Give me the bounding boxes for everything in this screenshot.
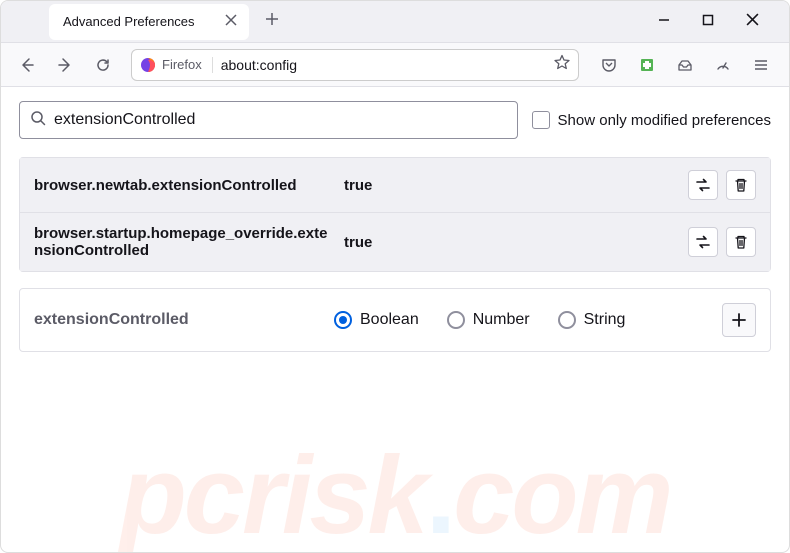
bookmark-star-icon[interactable] <box>554 54 570 75</box>
type-radio-boolean[interactable]: Boolean <box>334 311 419 329</box>
reload-button[interactable] <box>87 49 119 81</box>
search-box[interactable] <box>19 101 518 139</box>
window-controls <box>652 7 789 37</box>
new-pref-name: extensionControlled <box>34 311 324 329</box>
url-bar[interactable]: Firefox <box>131 49 579 81</box>
pref-row[interactable]: browser.startup.homepage_override.extens… <box>20 213 770 271</box>
close-tab-icon[interactable] <box>223 11 239 33</box>
back-button[interactable] <box>11 49 43 81</box>
watermark: pcrisk.com <box>35 449 755 543</box>
nav-toolbar: Firefox <box>1 43 789 87</box>
search-input[interactable] <box>54 111 507 129</box>
new-tab-button[interactable] <box>261 8 283 35</box>
identity-label: Firefox <box>162 57 202 72</box>
radio-icon <box>558 311 576 329</box>
hamburger-menu-icon[interactable] <box>747 51 775 79</box>
identity-box[interactable]: Firefox <box>140 57 213 73</box>
toggle-button[interactable] <box>688 227 718 257</box>
show-modified-label: Show only modified preferences <box>558 112 771 129</box>
type-radio-string[interactable]: String <box>558 311 626 329</box>
search-row: Show only modified preferences <box>19 101 771 139</box>
pref-name: browser.newtab.extensionControlled <box>34 177 334 194</box>
radio-icon <box>334 311 352 329</box>
radio-icon <box>447 311 465 329</box>
radio-label: String <box>584 311 626 329</box>
toggle-button[interactable] <box>688 170 718 200</box>
checkbox-icon <box>532 111 550 129</box>
firefox-icon <box>140 57 156 73</box>
forward-button[interactable] <box>49 49 81 81</box>
radio-label: Number <box>473 311 530 329</box>
url-input[interactable] <box>221 57 546 73</box>
pref-value: true <box>344 177 678 194</box>
inbox-icon[interactable] <box>671 51 699 79</box>
titlebar: Advanced Preferences <box>1 1 789 43</box>
tab-title: Advanced Preferences <box>63 14 213 29</box>
add-pref-button[interactable] <box>722 303 756 337</box>
pocket-icon[interactable] <box>595 51 623 79</box>
toolbar-icons <box>591 51 779 79</box>
search-icon <box>30 110 46 131</box>
browser-tab[interactable]: Advanced Preferences <box>49 4 249 40</box>
maximize-button[interactable] <box>696 7 720 37</box>
type-options: Boolean Number String <box>334 311 712 329</box>
close-window-button[interactable] <box>740 7 765 37</box>
pref-row[interactable]: browser.newtab.extensionControlled true <box>20 158 770 213</box>
delete-button[interactable] <box>726 227 756 257</box>
radio-label: Boolean <box>360 311 419 329</box>
delete-button[interactable] <box>726 170 756 200</box>
extension-icon[interactable] <box>633 51 661 79</box>
new-pref-row: extensionControlled Boolean Number Strin… <box>19 288 771 352</box>
show-modified-checkbox[interactable]: Show only modified preferences <box>532 111 771 129</box>
preferences-list: browser.newtab.extensionControlled true … <box>19 157 771 272</box>
pref-value: true <box>344 234 678 251</box>
minimize-button[interactable] <box>652 7 676 37</box>
browser-window: Advanced Preferences <box>0 0 790 553</box>
pref-name: browser.startup.homepage_override.extens… <box>34 225 334 259</box>
type-radio-number[interactable]: Number <box>447 311 530 329</box>
content-area: Show only modified preferences browser.n… <box>1 87 789 552</box>
gauge-icon[interactable] <box>709 51 737 79</box>
